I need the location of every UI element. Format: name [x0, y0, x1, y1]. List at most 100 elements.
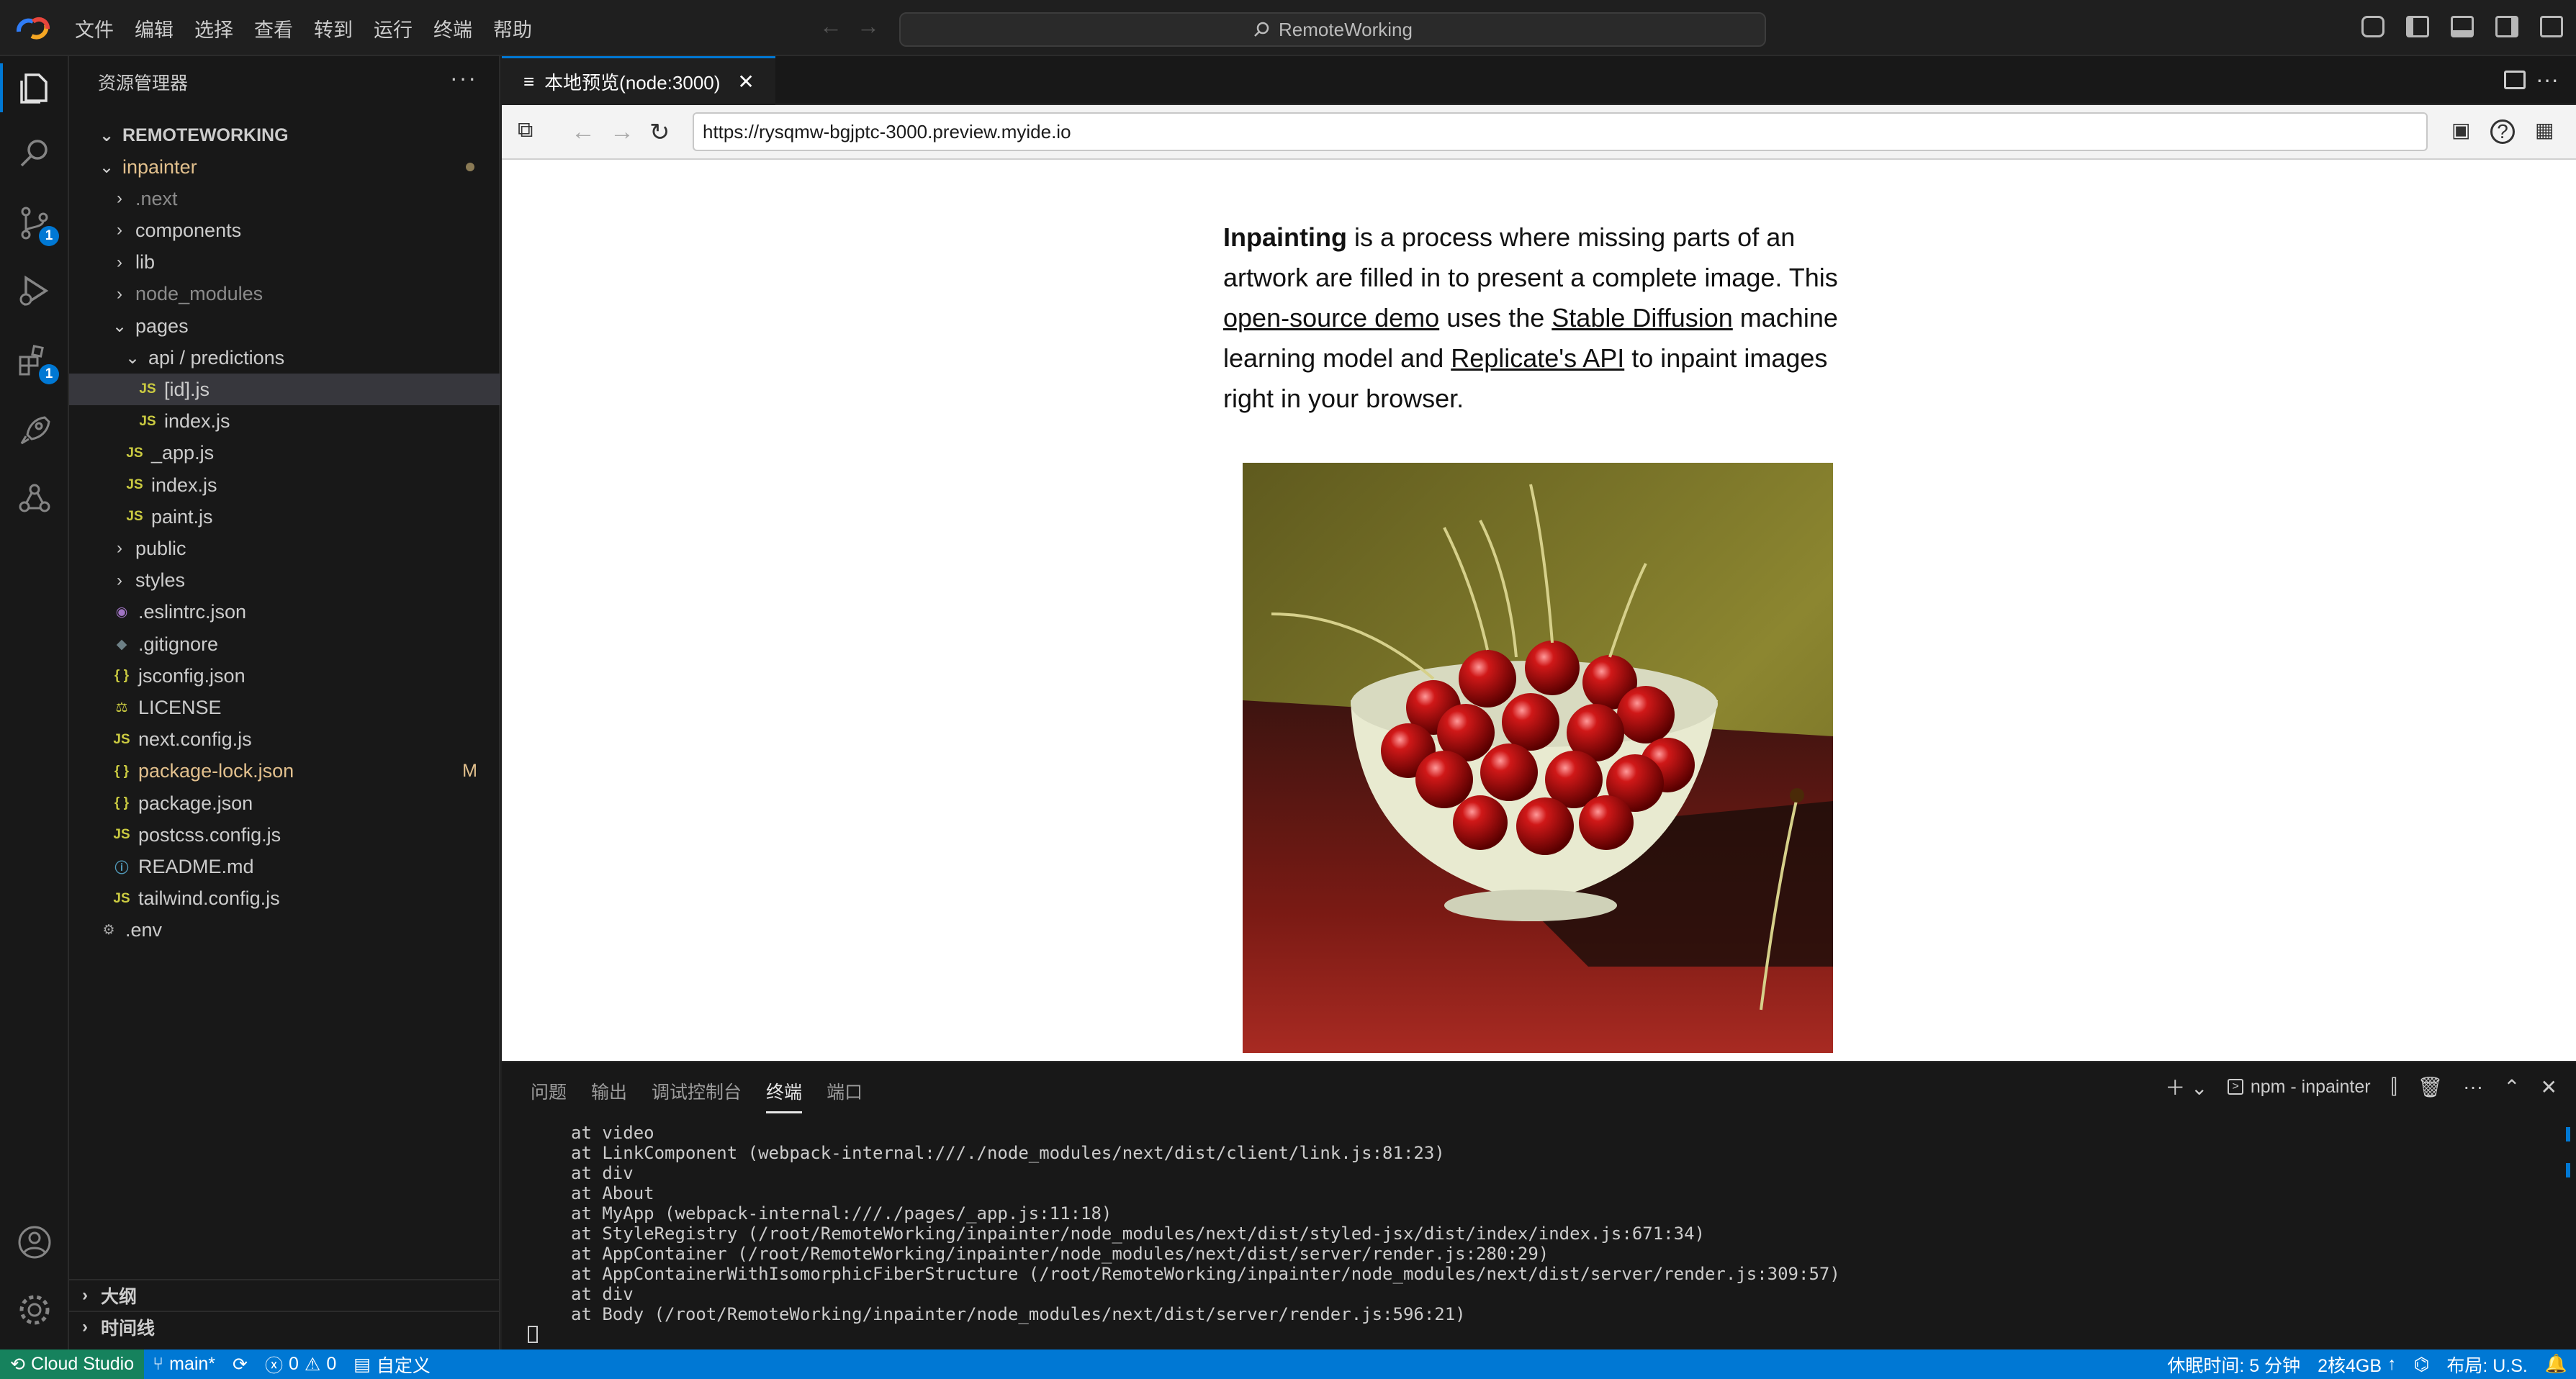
tree-item[interactable]: JS tailwind.config.js [69, 883, 500, 915]
machine-spec[interactable]: 2核4GB ↑ [2309, 1352, 2405, 1378]
close-panel-icon[interactable]: ✕ [2541, 1075, 2557, 1099]
tree-item[interactable]: ⌄ pages [69, 310, 500, 342]
open-source-demo-link[interactable]: open-source demo [1223, 303, 1439, 333]
tree-item[interactable]: ⚙ .env [69, 915, 500, 946]
outline-section[interactable]: › 大纲 [69, 1279, 500, 1311]
split-terminal-icon[interactable]: ⫿ [2391, 1075, 2397, 1099]
tree-item[interactable]: ⓘ README.md [69, 851, 500, 882]
notifications-bell-icon[interactable]: 🔔 [2536, 1354, 2576, 1375]
explorer-icon[interactable] [16, 69, 53, 107]
source-control-icon[interactable]: 1 [16, 204, 59, 246]
copilot-icon[interactable] [2361, 16, 2384, 37]
new-terminal-icon[interactable]: ＋ ⌄ [2165, 1072, 2207, 1101]
menu-item[interactable]: 编辑 [135, 14, 188, 42]
preview-browser-bar: ⧉ ← → ↻ https://rysqmw-bgjptc-3000.previ… [502, 105, 2576, 160]
timeline-section[interactable]: › 时间线 [69, 1311, 500, 1342]
problems-indicator[interactable]: ⓧ 0 ⚠ 0 [256, 1352, 345, 1378]
menu-item[interactable]: 查看 [254, 14, 307, 42]
panel-tab[interactable]: 调试控制台 [652, 1078, 742, 1113]
idle-time[interactable]: 休眠时间: 5 分钟 [2158, 1352, 2309, 1378]
tree-item[interactable]: JS postcss.config.js [69, 819, 500, 851]
menu-item[interactable]: 文件 [75, 14, 128, 42]
close-icon[interactable]: ✕ [737, 70, 754, 94]
stable-diffusion-link[interactable]: Stable Diffusion [1552, 303, 1733, 333]
tree-item[interactable]: › .next [69, 183, 500, 214]
activity-bar: 1 1 [0, 56, 69, 1349]
more-actions-icon[interactable]: ··· [2463, 1075, 2483, 1098]
back-icon[interactable]: ← [571, 118, 595, 146]
device-icon[interactable]: ▣ [2451, 118, 2470, 142]
sync-icon[interactable]: ⟳ [224, 1354, 256, 1375]
menu-item[interactable]: 终端 [433, 14, 487, 42]
tree-item[interactable]: › lib [69, 247, 500, 279]
copilot-icon[interactable]: ⌬ [2405, 1354, 2438, 1375]
url-input[interactable]: https://rysqmw-bgjptc-3000.preview.myide… [693, 112, 2428, 151]
maximize-panel-icon[interactable]: ⌃ [2503, 1075, 2520, 1099]
search-icon[interactable] [16, 135, 53, 173]
menu-item[interactable]: 帮助 [493, 14, 546, 42]
extensions-icon[interactable]: 1 [16, 343, 59, 384]
keyboard-layout[interactable]: 布局: U.S. [2438, 1352, 2536, 1378]
branch-icon: ⑂ [153, 1354, 164, 1374]
panel-tab[interactable]: 问题 [531, 1078, 567, 1113]
collaboration-icon[interactable] [16, 481, 53, 518]
cloud-studio-logo-icon[interactable] [14, 14, 52, 42]
nav-forward-icon[interactable]: → [857, 13, 880, 40]
run-debug-icon[interactable] [16, 272, 53, 309]
panel-tab[interactable]: 端口 [827, 1078, 863, 1113]
tree-item[interactable]: { } jsconfig.json [69, 660, 500, 692]
toggle-primary-sidebar-icon[interactable] [2406, 16, 2429, 37]
tree-item[interactable]: JS index.js [69, 469, 500, 501]
tree-item[interactable]: › public [69, 533, 500, 564]
tree-item[interactable]: { } package.json [69, 787, 500, 819]
panel-tab[interactable]: 终端 [766, 1078, 803, 1113]
customize-layout-icon[interactable] [2540, 16, 2563, 37]
customize-indicator[interactable]: ▤ 自定义 [345, 1352, 439, 1378]
tab-local-preview[interactable]: ≡ 本地预览(node:3000) ✕ [502, 56, 775, 105]
remote-indicator[interactable]: ⟲ Cloud Studio [0, 1349, 145, 1379]
command-center-search[interactable]: RemoteWorking [899, 12, 1766, 47]
panel-tab[interactable]: 输出 [591, 1078, 627, 1113]
tree-item[interactable]: › styles [69, 565, 500, 597]
more-actions-icon[interactable]: ··· [2536, 66, 2559, 93]
tree-item[interactable]: ⚖ LICENSE [69, 692, 500, 723]
settings-gear-icon[interactable] [16, 1291, 53, 1329]
reload-icon[interactable]: ↻ [649, 118, 670, 147]
split-editor-icon[interactable] [2504, 71, 2526, 89]
workspace-root[interactable]: ⌄ REMOTEWORKING [69, 119, 500, 151]
account-icon[interactable] [16, 1224, 53, 1261]
terminal-output[interactable]: at video at LinkComponent (webpack-intern… [571, 1123, 2515, 1324]
open-external-icon[interactable]: ⧉ [518, 118, 533, 143]
menu-item[interactable]: 选择 [194, 14, 248, 42]
scroll-marker [2566, 1127, 2570, 1141]
branch-indicator[interactable]: ⑂ main* [144, 1354, 224, 1375]
qrcode-icon[interactable]: ▦ [2535, 118, 2554, 142]
replicate-api-link[interactable]: Replicate's API [1451, 343, 1624, 373]
toggle-panel-icon[interactable] [2451, 16, 2474, 37]
tree-item[interactable]: JS paint.js [69, 501, 500, 533]
menu-item[interactable]: 转到 [314, 14, 367, 42]
tree-item[interactable]: JS _app.js [69, 438, 500, 469]
tree-item[interactable]: JS [id].js [69, 374, 500, 406]
menu-item[interactable]: 运行 [374, 14, 427, 42]
tree-item-label: node_modules [135, 283, 264, 305]
active-indicator [0, 63, 3, 112]
forward-icon[interactable]: → [610, 118, 634, 146]
cherry-bowl-image[interactable] [1243, 463, 1833, 1053]
tree-item[interactable]: ◆ .gitignore [69, 628, 500, 660]
toggle-secondary-sidebar-icon[interactable] [2495, 16, 2518, 37]
tree-item[interactable]: JS index.js [69, 406, 500, 438]
tree-item[interactable]: › components [69, 214, 500, 246]
tree-item[interactable]: › node_modules [69, 279, 500, 310]
tree-item[interactable]: JS next.config.js [69, 724, 500, 756]
terminal-selector[interactable]: > npm - inpainter [2228, 1077, 2371, 1098]
help-icon[interactable]: ? [2490, 119, 2515, 144]
nav-back-icon[interactable]: ← [819, 13, 842, 40]
tree-item[interactable]: { } package-lock.json M [69, 756, 500, 787]
tree-item[interactable]: ⌄ inpainter [69, 151, 500, 183]
kill-terminal-icon[interactable]: 🗑 [2418, 1075, 2444, 1099]
tree-item[interactable]: ◉ .eslintrc.json [69, 597, 500, 628]
tree-item[interactable]: ⌄ api / predictions [69, 342, 500, 374]
more-actions-icon[interactable]: ··· [450, 65, 477, 91]
rocket-icon[interactable] [16, 412, 53, 449]
